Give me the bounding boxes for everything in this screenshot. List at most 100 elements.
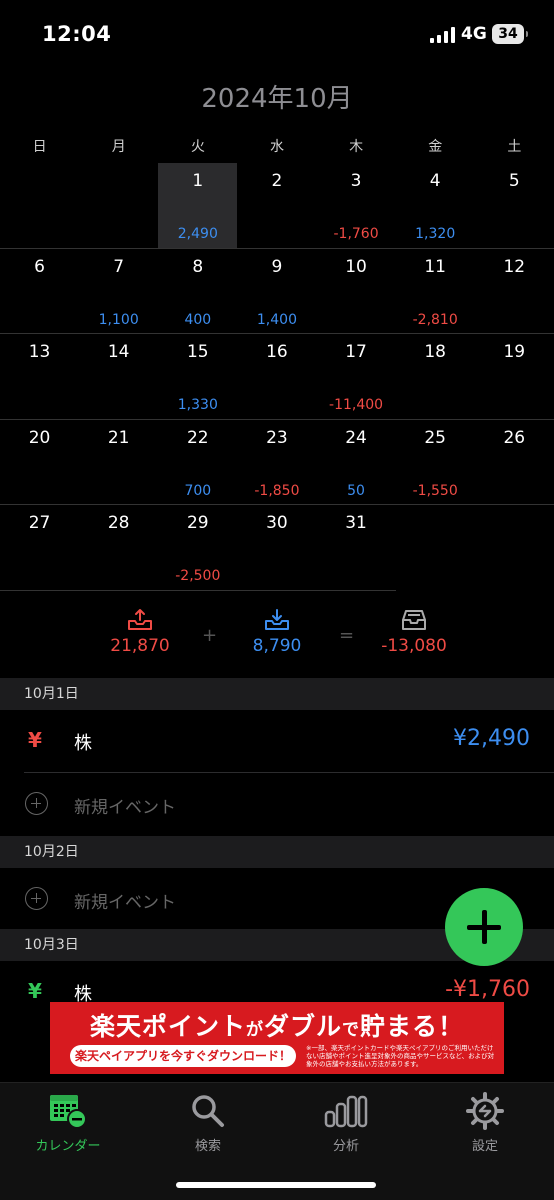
- calendar-day-cell[interactable]: 16: [237, 334, 316, 420]
- tab-calendar[interactable]: カレンダー: [8, 1091, 128, 1154]
- new-event-button[interactable]: 新規イベント: [0, 773, 554, 835]
- plus-operator: +: [202, 625, 218, 646]
- day-number: 30: [266, 513, 288, 534]
- calendar-day-cell[interactable]: 17 -11,400: [317, 334, 396, 420]
- month-title[interactable]: 2024年10月: [0, 78, 554, 115]
- day-number: 15: [186, 342, 209, 363]
- income-total: 8,790: [217, 608, 337, 656]
- day-number: 19: [503, 342, 526, 363]
- day-number: 4: [429, 171, 441, 191]
- day-number: 12: [503, 256, 526, 277]
- day-amount: -11,400: [329, 397, 384, 414]
- day-number: 11: [424, 256, 446, 277]
- status-time: 12:04: [42, 22, 112, 46]
- expense-total: 21,870: [80, 608, 200, 656]
- calendar-day-cell: [0, 163, 79, 249]
- ad-banner[interactable]: 楽天ポイントがダブルで貯まる！ 楽天ペイアプリを今すぐダウンロード！ ※一部、楽…: [50, 1002, 504, 1074]
- calendar-day-cell[interactable]: 28: [79, 505, 158, 591]
- calendar-grid: 1 2,490 2 3 -1,760 4 1,320 5 6 7 1,100 8 400 9 1,400 10…: [0, 163, 554, 591]
- calendar-day-cell[interactable]: 13: [0, 334, 79, 420]
- day-amount: -1,850: [254, 482, 300, 499]
- calendar-day-cell[interactable]: 11 -2,810: [396, 249, 475, 335]
- calendar-day-cell[interactable]: 4 1,320: [396, 163, 475, 249]
- day-number: 23: [266, 427, 288, 448]
- tab-label: 分析: [332, 1139, 359, 1154]
- day-number: 7: [113, 256, 125, 277]
- calendar-week-row: 20 21 22 700 23 -1,850 24 50 25 -1,550 26: [0, 420, 554, 506]
- calendar-day-cell[interactable]: 27: [0, 505, 79, 591]
- add-event-fab-button[interactable]: [445, 888, 523, 966]
- day-number: 1: [192, 171, 204, 191]
- calendar-day-cell[interactable]: 19: [475, 334, 554, 420]
- day-amount: 1,400: [256, 311, 297, 328]
- calendar-day-cell[interactable]: 1 2,490: [158, 163, 238, 249]
- day-amount: 50: [347, 482, 365, 499]
- calendar-day-cell[interactable]: 30: [237, 505, 316, 591]
- calendar-day-cell[interactable]: 25 -1,550: [396, 420, 475, 506]
- weekday-label: 月: [111, 139, 126, 155]
- calendar-day-cell[interactable]: 6: [0, 249, 79, 335]
- plus-circle-icon: [25, 887, 48, 910]
- tab-label: 設定: [471, 1139, 498, 1154]
- calendar-day-cell[interactable]: 22 700: [158, 420, 237, 506]
- calendar-day-cell[interactable]: 2: [237, 163, 316, 249]
- day-number: 20: [28, 427, 51, 448]
- calendar-day-cell[interactable]: 31: [317, 505, 396, 591]
- weekday-label: 水: [269, 139, 284, 155]
- calendar-day-cell[interactable]: 24 50: [317, 420, 396, 506]
- calendar-day-cell[interactable]: 20: [0, 420, 79, 506]
- calendar-day-cell[interactable]: 15 1,330: [158, 334, 237, 420]
- outbox-upload-icon: [128, 609, 152, 630]
- day-number: 13: [28, 342, 51, 363]
- calendar-day-cell[interactable]: 29 -2,500: [158, 505, 237, 591]
- inbox-download-icon: [265, 609, 289, 630]
- status-bar: 12:04 4G 34: [0, 0, 554, 70]
- day-number: 25: [424, 427, 446, 448]
- calendar-day-cell[interactable]: 7 1,100: [79, 249, 158, 335]
- tab-label: カレンダー: [35, 1139, 101, 1154]
- calendar-day-cell[interactable]: 8 400: [158, 249, 237, 335]
- tab-analysis[interactable]: 分析: [286, 1091, 406, 1154]
- day-number: 26: [503, 427, 526, 448]
- calendar-day-cell[interactable]: 3 -1,760: [317, 163, 396, 249]
- day-amount: 1,100: [98, 311, 139, 328]
- day-number: 18: [424, 342, 446, 363]
- calendar-day-cell[interactable]: 14: [79, 334, 158, 420]
- calendar-day-cell[interactable]: 5: [475, 163, 554, 249]
- new-event-label: 新規イベント: [74, 798, 176, 818]
- calendar-icon: [50, 1095, 87, 1129]
- calendar-day-cell[interactable]: 10: [317, 249, 396, 335]
- calendar-day-cell[interactable]: 18: [396, 334, 475, 420]
- calendar-day-cell[interactable]: 9 1,400: [237, 249, 316, 335]
- home-indicator: [176, 1182, 376, 1188]
- calendar-day-cell[interactable]: 21: [79, 420, 158, 506]
- calendar-week-row: 27 28 29 -2,500 30 31: [0, 505, 554, 591]
- calendar-day-cell[interactable]: 26: [475, 420, 554, 506]
- day-number: 21: [107, 427, 130, 448]
- tab-search[interactable]: 検索: [148, 1091, 268, 1154]
- calendar-day-cell[interactable]: 12: [475, 249, 554, 335]
- calendar-day-cell[interactable]: 23 -1,850: [237, 420, 316, 506]
- ad-download-button[interactable]: 楽天ペイアプリを今すぐダウンロード！: [70, 1045, 296, 1067]
- day-amount: -2,810: [412, 311, 458, 328]
- day-amount: 2,490: [177, 226, 218, 242]
- tray-icon: [402, 610, 426, 630]
- yen-icon: ¥: [28, 979, 42, 1003]
- network-type: 4G: [461, 24, 487, 44]
- weekday-label: 木: [349, 139, 364, 155]
- day-number: 31: [345, 513, 367, 534]
- balance-total: -13,080: [354, 608, 474, 656]
- date-section-header: 10月1日: [0, 678, 554, 710]
- day-number: 22: [186, 427, 209, 448]
- day-amount: 400: [184, 311, 212, 328]
- tab-settings[interactable]: 設定: [425, 1091, 545, 1154]
- date-section-header: 10月2日: [0, 836, 554, 868]
- calendar-day-cell: [79, 163, 158, 249]
- day-amount: -1,550: [412, 482, 458, 499]
- day-number: 28: [107, 513, 130, 534]
- day-number: 29: [186, 513, 209, 534]
- day-number: 9: [271, 256, 283, 277]
- day-number: 3: [350, 171, 362, 191]
- event-row[interactable]: ¥ 株 ¥2,490: [0, 710, 554, 772]
- calendar-week-row: 1 2,490 2 3 -1,760 4 1,320 5: [0, 163, 554, 249]
